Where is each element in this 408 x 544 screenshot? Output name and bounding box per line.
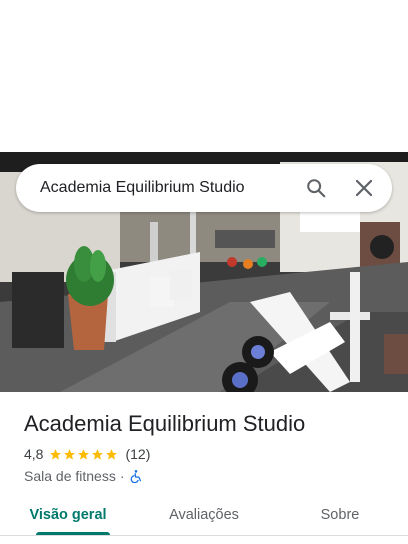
star-icon [92,448,104,460]
rating-row[interactable]: 4,8 (12) [24,444,384,464]
category-label: Sala de fitness [24,468,116,484]
wheelchair-icon [129,469,143,483]
star-icon [106,448,118,460]
tab-reviews[interactable]: Avaliações [136,494,272,536]
blank-area [0,0,408,152]
category-row: Sala de fitness · [24,466,384,486]
reviews-count: (12) [125,446,151,462]
tab-about[interactable]: Sobre [272,494,408,536]
place-tabs: Visão geral Avaliações Sobre [0,494,408,536]
tabs-divider [0,535,408,536]
tab-overview[interactable]: Visão geral [0,494,136,536]
place-info: Academia Equilibrium Studio 4,8 (12) Sal… [0,392,408,486]
star-icon [50,448,62,460]
star-rating [49,448,119,461]
search-input[interactable]: Academia Equilibrium Studio [16,179,292,197]
place-title: Academia Equilibrium Studio [24,411,306,436]
search-bar[interactable]: Academia Equilibrium Studio [16,164,392,212]
star-icon [78,448,90,460]
star-icon [64,448,76,460]
category-separator: · [119,468,125,484]
rating-value: 4,8 [24,446,44,462]
close-icon[interactable] [340,164,388,212]
search-icon[interactable] [292,164,340,212]
